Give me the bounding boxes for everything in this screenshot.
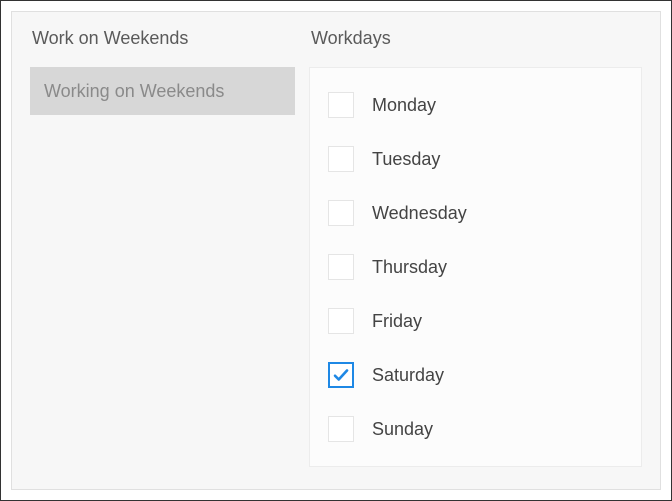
day-row-saturday[interactable]: Saturday bbox=[310, 348, 641, 402]
checkbox-friday[interactable] bbox=[328, 308, 354, 334]
outer-frame: Work on Weekends Working on Weekends Wor… bbox=[0, 0, 672, 501]
day-row-sunday[interactable]: Sunday bbox=[310, 402, 641, 456]
settings-panel: Work on Weekends Working on Weekends Wor… bbox=[11, 11, 661, 490]
day-label-tuesday: Tuesday bbox=[372, 149, 440, 170]
work-on-weekends-title: Work on Weekends bbox=[30, 28, 295, 49]
checkbox-thursday[interactable] bbox=[328, 254, 354, 280]
working-on-weekends-placeholder: Working on Weekends bbox=[44, 81, 224, 102]
day-label-monday: Monday bbox=[372, 95, 436, 116]
day-row-friday[interactable]: Friday bbox=[310, 294, 641, 348]
day-label-wednesday: Wednesday bbox=[372, 203, 467, 224]
day-row-thursday[interactable]: Thursday bbox=[310, 240, 641, 294]
checkbox-tuesday[interactable] bbox=[328, 146, 354, 172]
day-label-thursday: Thursday bbox=[372, 257, 447, 278]
checkbox-sunday[interactable] bbox=[328, 416, 354, 442]
working-on-weekends-input[interactable]: Working on Weekends bbox=[30, 67, 295, 115]
day-label-sunday: Sunday bbox=[372, 419, 433, 440]
day-row-tuesday[interactable]: Tuesday bbox=[310, 132, 641, 186]
check-icon bbox=[332, 366, 350, 384]
day-row-wednesday[interactable]: Wednesday bbox=[310, 186, 641, 240]
checkbox-wednesday[interactable] bbox=[328, 200, 354, 226]
work-on-weekends-column: Work on Weekends Working on Weekends bbox=[30, 28, 295, 473]
workdays-title: Workdays bbox=[309, 28, 642, 49]
workdays-list: Monday Tuesday Wednesday bbox=[309, 67, 642, 467]
day-label-saturday: Saturday bbox=[372, 365, 444, 386]
workdays-column: Workdays Monday Tuesday bbox=[309, 28, 642, 473]
day-row-monday[interactable]: Monday bbox=[310, 78, 641, 132]
checkbox-monday[interactable] bbox=[328, 92, 354, 118]
day-label-friday: Friday bbox=[372, 311, 422, 332]
checkbox-saturday[interactable] bbox=[328, 362, 354, 388]
